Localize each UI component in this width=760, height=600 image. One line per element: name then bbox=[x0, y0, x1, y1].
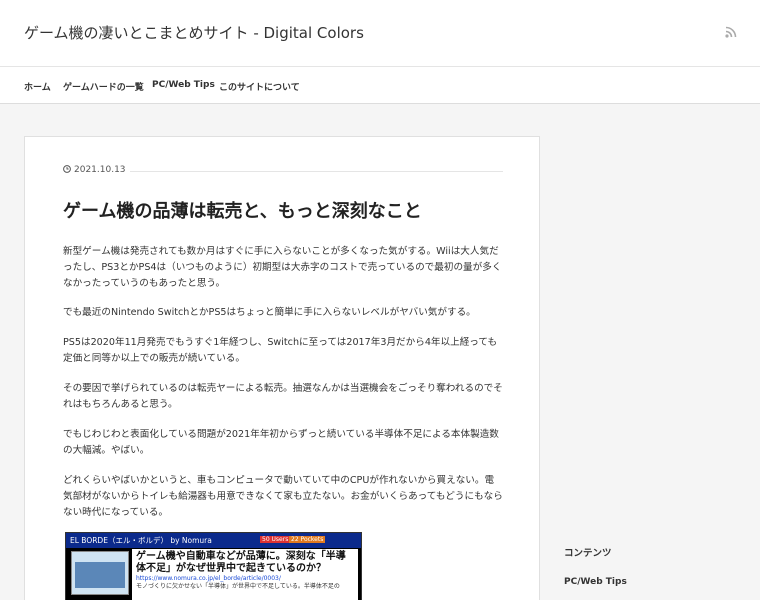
article-paragraph: PS5は2020年11月発売でもうすぐ1年経つし、Switchに至っては2017… bbox=[63, 337, 498, 364]
site-title[interactable]: ゲーム機の凄いとこまとめサイト - Digital Colors bbox=[24, 22, 364, 43]
users-badge[interactable]: 50 Users bbox=[260, 536, 291, 543]
rss-icon[interactable] bbox=[725, 26, 737, 38]
nav-item-hardware-list[interactable]: ゲームハードの一覧 bbox=[63, 80, 144, 93]
pockets-badge[interactable]: 22 Pockets bbox=[289, 536, 326, 543]
nav-item-about[interactable]: このサイトについて bbox=[219, 80, 300, 93]
post-date-text: 2021.10.13 bbox=[74, 165, 126, 175]
article-paragraph: その要因で挙げられているのは転売ヤーによる転売。抽選なんかは当選機会をごっそり奪… bbox=[63, 383, 503, 410]
post-date: 2021.10.13 bbox=[63, 165, 130, 179]
article-paragraph: でも最近のNintendo SwitchとかPS5はちょっと簡単に手に入らないレ… bbox=[63, 307, 476, 318]
nav-item-home[interactable]: ホーム bbox=[24, 80, 51, 93]
embedded-link-card[interactable]: EL BORDE（エル・ボルデ） by Nomura 50 Users 22 P… bbox=[65, 532, 362, 600]
article: 2021.10.13 ゲーム機の品薄は転売と、もっと深刻なこと 新型ゲーム機は発… bbox=[24, 136, 540, 600]
site-header: ゲーム機の凄いとこまとめサイト - Digital Colors bbox=[0, 0, 760, 67]
embed-title[interactable]: ゲーム機や自動車などが品薄に。深刻な「半導体不足」がなぜ世界中で起きているのか？ bbox=[136, 551, 354, 575]
sidebar-heading: コンテンツ bbox=[564, 548, 612, 559]
article-title: ゲーム機の品薄は転売と、もっと深刻なこと bbox=[63, 201, 422, 222]
clock-icon bbox=[63, 165, 71, 173]
embed-description: モノづくりに欠かせない「半導体」が世界中で不足している。半導体不足の bbox=[136, 583, 340, 590]
embed-url[interactable]: https://www.nomura.co.jp/el_borde/articl… bbox=[136, 575, 354, 583]
article-paragraph: どれくらいやばいかというと、車もコンピュータで動いていて中のCPUが作れないから… bbox=[63, 475, 503, 518]
embed-text-panel: ゲーム機や自動車などが品薄に。深刻な「半導体不足」がなぜ世界中で起きているのか？… bbox=[132, 549, 358, 600]
main-nav: ホーム ゲームハードの一覧 PC/Web Tips このサイトについて bbox=[0, 67, 760, 104]
embed-thumbnail[interactable] bbox=[71, 551, 129, 595]
article-paragraph: でもじわじわと表面化している問題が2021年年初からずっと続いている半導体不足に… bbox=[63, 429, 499, 456]
thumbnail-image bbox=[75, 562, 125, 588]
embed-header-bar: EL BORDE（エル・ボルデ） by Nomura 50 Users 22 P… bbox=[66, 533, 361, 548]
article-paragraph: 新型ゲーム機は発売されても数か月はすぐに手に入らないことが多くなった気がする。W… bbox=[63, 246, 502, 289]
nav-item-pc-web-tips[interactable]: PC/Web Tips bbox=[152, 80, 215, 90]
sidebar-link-pc-web-tips[interactable]: PC/Web Tips bbox=[564, 577, 627, 587]
embed-brand: EL BORDE（エル・ボルデ） by Nomura bbox=[70, 536, 212, 545]
